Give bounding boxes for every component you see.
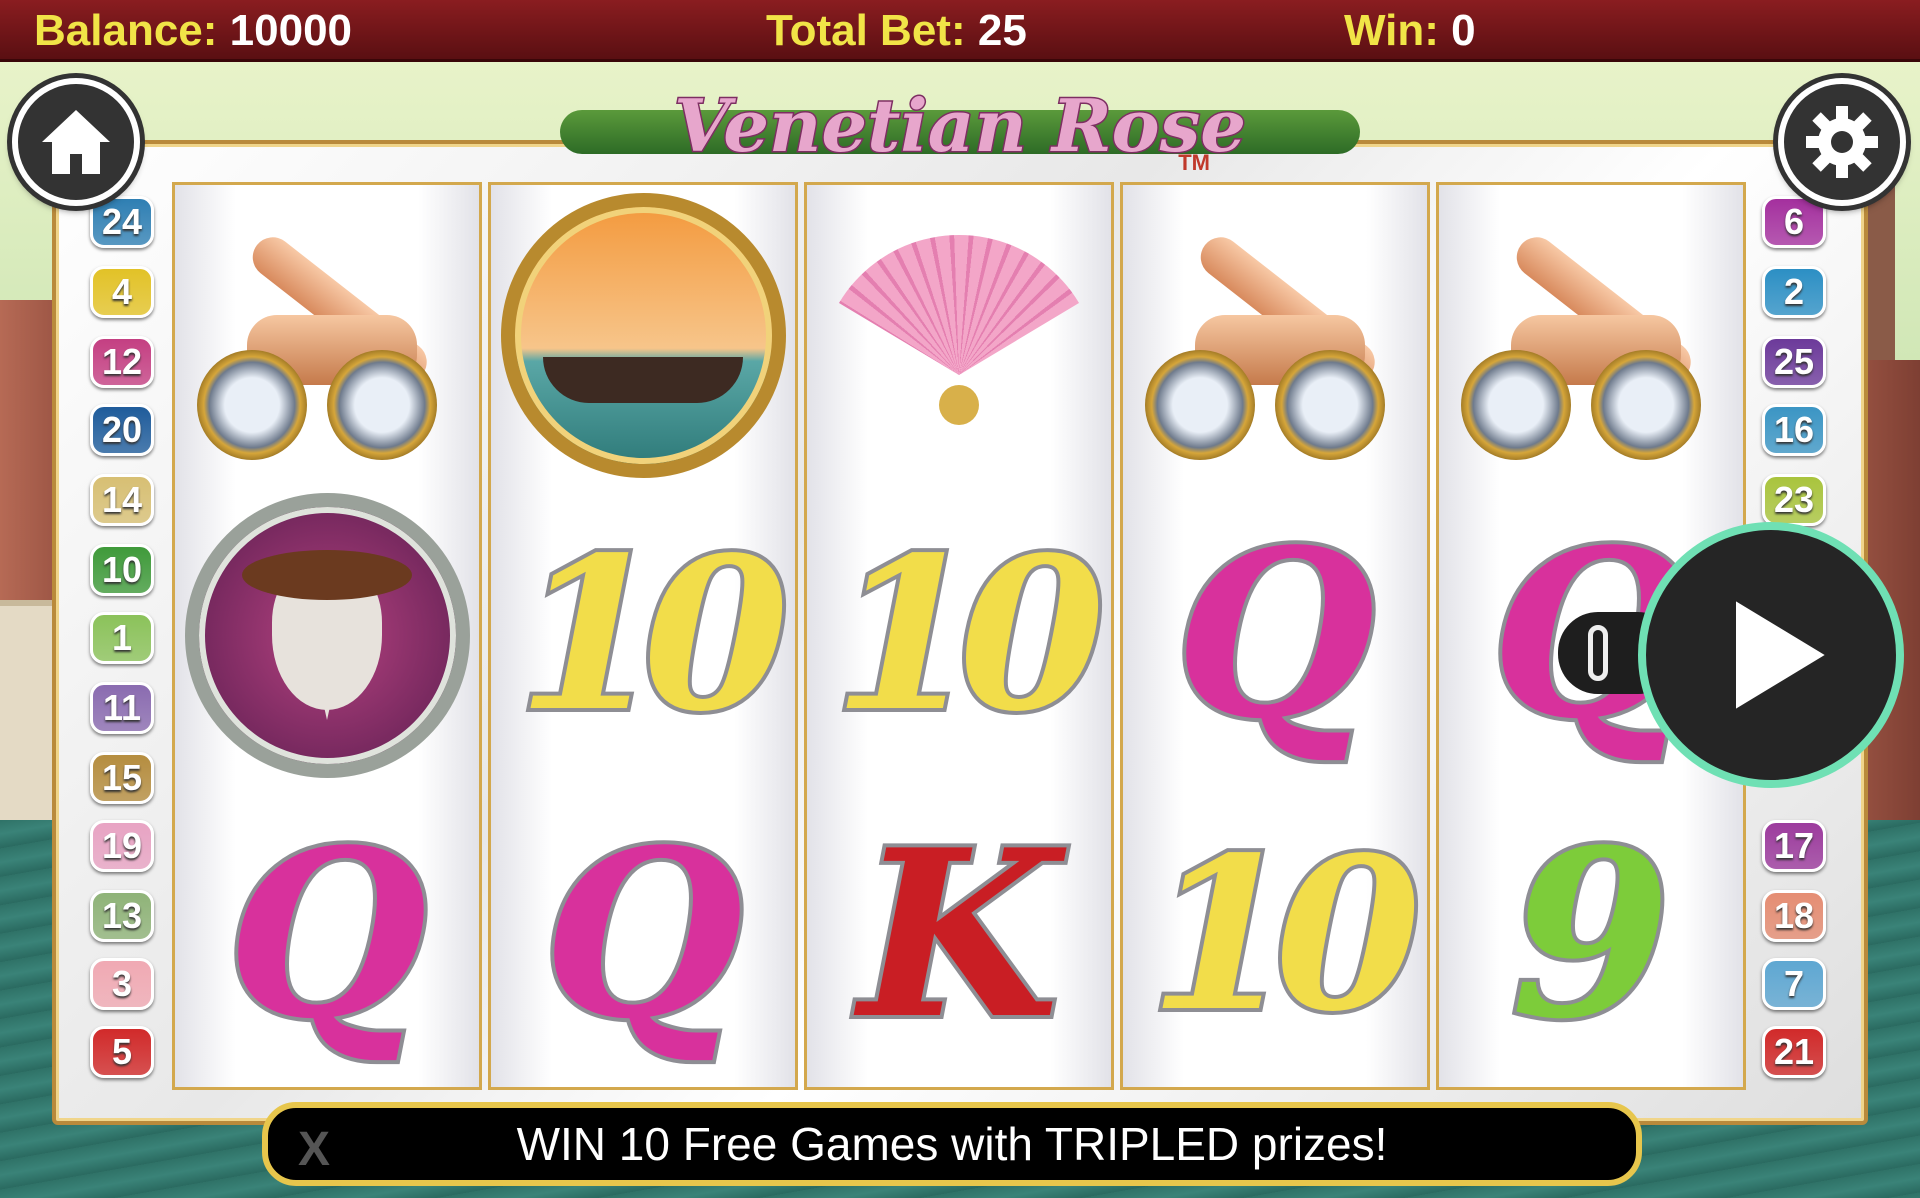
payline-marker-7[interactable]: 7 — [1762, 958, 1826, 1010]
autoplay-icon — [1588, 625, 1608, 681]
payline-marker-15[interactable]: 15 — [90, 752, 154, 804]
symbol-10: 10 — [491, 485, 795, 785]
payline-marker-14[interactable]: 14 — [90, 474, 154, 526]
message-bar: X WIN 10 Free Games with TRIPLED prizes! — [262, 1102, 1642, 1186]
payline-marker-12[interactable]: 12 — [90, 336, 154, 388]
symbol-masked-man — [175, 485, 479, 785]
symbol-k: K — [807, 785, 1111, 1085]
symbol-10: 10 — [807, 485, 1111, 785]
logo-title: Venetian Rose — [672, 81, 1247, 169]
payline-marker-4[interactable]: 4 — [90, 266, 154, 318]
masked-man-icon — [184, 492, 470, 778]
fan-icon — [819, 235, 1099, 435]
symbol-letter: Q — [539, 800, 747, 1070]
payline-marker-24[interactable]: 24 — [90, 196, 154, 248]
payline-marker-25[interactable]: 25 — [1762, 336, 1826, 388]
payline-marker-23[interactable]: 23 — [1762, 474, 1826, 526]
symbol-binoculars — [175, 185, 479, 485]
payline-marker-1[interactable]: 1 — [90, 612, 154, 664]
settings-button[interactable] — [1778, 78, 1906, 206]
symbol-q: Q — [175, 785, 479, 1085]
symbol-binoculars — [1123, 185, 1427, 485]
symbol-10: 10 — [1123, 785, 1427, 1085]
symbol-9: 9 — [1439, 785, 1743, 1085]
reel-3: 10 K — [804, 182, 1114, 1090]
symbol-q: Q — [491, 785, 795, 1085]
payline-marker-2[interactable]: 2 — [1762, 266, 1826, 318]
payline-marker-18[interactable]: 18 — [1762, 890, 1826, 942]
payline-marker-13[interactable]: 13 — [90, 890, 154, 942]
symbol-letter: 9 — [1507, 800, 1675, 1070]
payline-marker-10[interactable]: 10 — [90, 544, 154, 596]
payline-marker-17[interactable]: 17 — [1762, 820, 1826, 872]
symbol-letter: Q — [223, 800, 431, 1070]
promo-message: WIN 10 Free Games with TRIPLED prizes! — [516, 1118, 1388, 1170]
symbol-binoculars — [1439, 185, 1743, 485]
balance-display: Balance: 10000 — [34, 6, 352, 56]
win-value: 0 — [1451, 6, 1476, 55]
binoculars-icon — [1451, 205, 1731, 465]
home-icon — [42, 110, 110, 174]
total-bet-display: Total Bet: 25 — [766, 6, 1027, 56]
win-display: Win: 0 — [1344, 6, 1476, 56]
play-icon — [1736, 601, 1825, 709]
spin-button[interactable] — [1638, 522, 1904, 788]
binoculars-icon — [187, 205, 467, 465]
reel-2: 10 Q — [488, 182, 798, 1090]
reel-1: Q — [172, 182, 482, 1090]
symbol-q: Q — [1123, 485, 1427, 785]
reel-4: Q 10 — [1120, 182, 1430, 1090]
gear-icon — [1806, 106, 1878, 178]
gondola-icon — [500, 192, 786, 478]
balance-value: 10000 — [229, 6, 353, 55]
payline-marker-20[interactable]: 20 — [90, 404, 154, 456]
symbol-gondola — [491, 185, 795, 485]
total-bet-label: Total Bet: — [766, 6, 966, 55]
payline-marker-19[interactable]: 19 — [90, 820, 154, 872]
payline-marker-3[interactable]: 3 — [90, 958, 154, 1010]
payline-marker-16[interactable]: 16 — [1762, 404, 1826, 456]
symbol-letter: Q — [1171, 500, 1379, 770]
binoculars-icon — [1135, 205, 1415, 465]
symbol-fan — [807, 185, 1111, 485]
trademark: TM — [1178, 150, 1210, 175]
symbol-letter: 10 — [513, 511, 793, 758]
symbol-letter: 10 — [1145, 811, 1425, 1058]
win-label: Win: — [1344, 6, 1439, 55]
symbol-letter: 10 — [829, 511, 1109, 758]
status-bar: Balance: 10000 Total Bet: 25 Win: 0 — [0, 0, 1920, 62]
total-bet-value: 25 — [977, 6, 1027, 55]
symbol-letter: K — [855, 800, 1063, 1070]
payline-marker-21[interactable]: 21 — [1762, 1026, 1826, 1078]
payline-marker-11[interactable]: 11 — [90, 682, 154, 734]
payline-marker-5[interactable]: 5 — [90, 1026, 154, 1078]
x-logo-icon: X — [298, 1123, 331, 1176]
payline-marker-6[interactable]: 6 — [1762, 196, 1826, 248]
home-button[interactable] — [12, 78, 140, 206]
balance-label: Balance: — [34, 6, 218, 55]
game-logo: Venetian Rose TM — [560, 70, 1360, 180]
